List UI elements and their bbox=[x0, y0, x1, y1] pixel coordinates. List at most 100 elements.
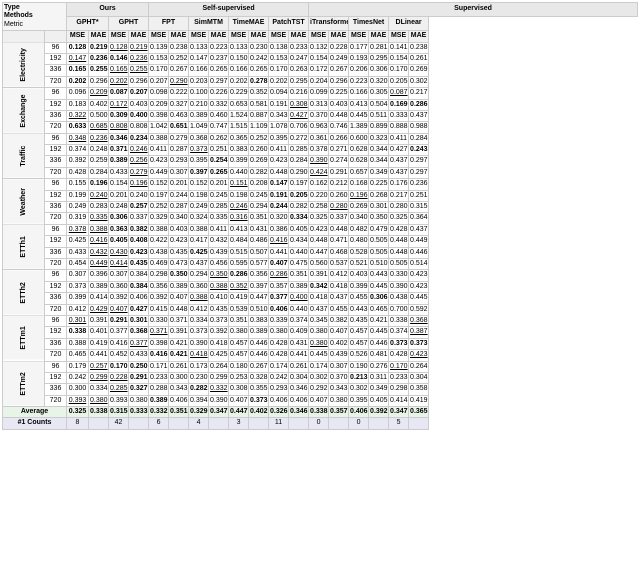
cell-value: 0.406 bbox=[289, 395, 309, 406]
cell-value: 0.333 bbox=[389, 110, 409, 121]
dataset-label: ETTh2 bbox=[3, 270, 45, 316]
cell-value: 0.262 bbox=[209, 133, 229, 144]
cell-value: 0.249 bbox=[329, 53, 349, 64]
count-cell bbox=[289, 418, 309, 429]
table-row: Traffic960.3480.2360.3460.2340.3880.2790… bbox=[3, 133, 638, 144]
cell-value: 0.269 bbox=[409, 65, 429, 76]
cell-value: 0.468 bbox=[329, 247, 349, 258]
cell-value: 0.201 bbox=[169, 179, 189, 190]
cell-value: 0.421 bbox=[369, 315, 389, 326]
cell-value: 0.203 bbox=[189, 76, 209, 87]
cell-value: 0.440 bbox=[289, 247, 309, 258]
cell-value: 0.363 bbox=[109, 224, 129, 235]
cell-value: 0.283 bbox=[89, 202, 109, 213]
cell-value: 0.403 bbox=[349, 270, 369, 281]
horizon-label: 720 bbox=[45, 395, 67, 406]
cell-value: 0.290 bbox=[169, 76, 189, 87]
cell-value: 0.155 bbox=[67, 179, 89, 190]
count-cell: 0 bbox=[309, 418, 329, 429]
avg-cell: 0.325 bbox=[67, 407, 89, 418]
cell-value: 0.288 bbox=[149, 384, 169, 395]
count-cell: 3 bbox=[229, 418, 249, 429]
cell-value: 0.368 bbox=[409, 315, 429, 326]
cell-value: 0.350 bbox=[369, 213, 389, 224]
cell-value: 0.269 bbox=[249, 156, 269, 167]
cell-value: 0.244 bbox=[169, 190, 189, 201]
cell-value: 0.334 bbox=[89, 384, 109, 395]
cell-value: 0.343 bbox=[329, 384, 349, 395]
cell-value: 0.133 bbox=[229, 42, 249, 53]
cell-value: 0.361 bbox=[309, 133, 329, 144]
cell-value: 0.380 bbox=[129, 395, 149, 406]
cell-value: 0.384 bbox=[129, 281, 149, 292]
mae4: MAE bbox=[209, 31, 229, 42]
cell-value: 0.153 bbox=[269, 53, 289, 64]
cell-value: 0.407 bbox=[109, 304, 129, 315]
cell-value: 0.374 bbox=[389, 327, 409, 338]
cell-value: 0.255 bbox=[89, 65, 109, 76]
table-row: 1920.3740.2480.3710.2460.4110.2870.3730.… bbox=[3, 145, 638, 156]
cell-value: 0.281 bbox=[369, 42, 389, 53]
cell-value: 0.373 bbox=[189, 145, 209, 156]
cell-value: 0.416 bbox=[149, 350, 169, 361]
dataset-label: ETTh1 bbox=[3, 224, 45, 270]
cell-value: 0.402 bbox=[89, 99, 109, 110]
cell-value: 0.174 bbox=[309, 361, 329, 372]
cell-value: 0.409 bbox=[289, 327, 309, 338]
cell-value: 0.327 bbox=[129, 384, 149, 395]
cell-value: 0.216 bbox=[289, 88, 309, 99]
cell-value: 0.306 bbox=[109, 213, 129, 224]
cell-value: 0.316 bbox=[229, 213, 249, 224]
cell-value: 0.169 bbox=[389, 99, 409, 110]
cell-value: 0.285 bbox=[109, 384, 129, 395]
horizon-label: 192 bbox=[45, 236, 67, 247]
cell-value: 0.657 bbox=[349, 167, 369, 178]
cell-value: 0.309 bbox=[109, 110, 129, 121]
cell-value: 0.418 bbox=[209, 338, 229, 349]
cell-value: 0.264 bbox=[209, 361, 229, 372]
cell-value: 0.396 bbox=[89, 270, 109, 281]
cell-value: 0.261 bbox=[169, 361, 189, 372]
mse9: MSE bbox=[389, 31, 409, 42]
cell-value: 0.394 bbox=[189, 395, 209, 406]
horizon-label: 336 bbox=[45, 293, 67, 304]
cell-value: 0.201 bbox=[209, 179, 229, 190]
cell-value: 0.390 bbox=[189, 338, 209, 349]
cell-value: 0.174 bbox=[269, 361, 289, 372]
cell-value: 0.407 bbox=[309, 395, 329, 406]
cell-value: 0.242 bbox=[249, 53, 269, 64]
cell-value: 0.313 bbox=[309, 99, 329, 110]
cell-value: 0.808 bbox=[109, 122, 129, 133]
cell-value: 0.320 bbox=[369, 76, 389, 87]
dataset-label: ETTm1 bbox=[3, 315, 45, 361]
table-row: 3360.1650.2550.1650.2550.1700.2670.1660.… bbox=[3, 65, 638, 76]
cell-value: 1.389 bbox=[349, 122, 369, 133]
count-cell: 4 bbox=[189, 418, 209, 429]
cell-value: 0.445 bbox=[349, 110, 369, 121]
cell-value: 0.414 bbox=[389, 395, 409, 406]
cell-value: 0.306 bbox=[369, 293, 389, 304]
cell-value: 0.403 bbox=[169, 224, 189, 235]
cell-value: 0.389 bbox=[249, 327, 269, 338]
cell-value: 0.328 bbox=[249, 372, 269, 383]
cell-value: 0.297 bbox=[409, 156, 429, 167]
itransformer-header: iTransformer bbox=[309, 17, 349, 31]
cell-value: 0.236 bbox=[89, 53, 109, 64]
cell-value: 0.424 bbox=[309, 167, 329, 178]
cell-value: 0.301 bbox=[129, 315, 149, 326]
cell-value: 0.407 bbox=[269, 258, 289, 269]
horizon-label: 96 bbox=[45, 361, 67, 372]
cell-value: 0.254 bbox=[209, 156, 229, 167]
count-cell bbox=[249, 418, 269, 429]
count-cell bbox=[209, 418, 229, 429]
avg-cell: 0.347 bbox=[209, 407, 229, 418]
cell-value: 0.428 bbox=[269, 350, 289, 361]
cell-value: 0.236 bbox=[89, 133, 109, 144]
count-cell: 11 bbox=[269, 418, 289, 429]
cell-value: 0.389 bbox=[189, 110, 209, 121]
cell-value: 0.196 bbox=[349, 190, 369, 201]
cell-value: 0.172 bbox=[309, 65, 329, 76]
cell-value: 0.335 bbox=[89, 213, 109, 224]
cell-value: 0.373 bbox=[189, 327, 209, 338]
cell-value: 0.389 bbox=[289, 281, 309, 292]
